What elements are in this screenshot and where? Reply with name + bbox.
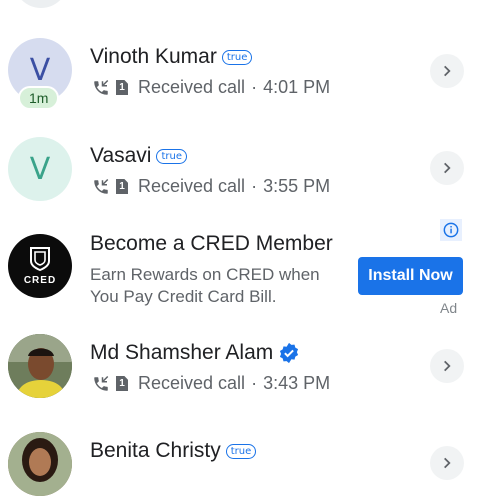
call-time: 3:55 PM [263,176,331,196]
cred-logo-text: CRED [23,275,57,286]
separator: · [251,176,258,196]
partial-avatar-top [14,0,68,8]
contact-name-text: Vasavi [90,144,152,167]
avatar-photo [8,432,72,496]
true-badge: true [221,49,253,65]
avatar-initial: V [29,151,51,187]
call-detail: 1 Received call · 3:55 PM [92,176,330,197]
ad-info-icon[interactable] [440,219,462,241]
incoming-call-icon [94,79,109,95]
true-badge: true [225,443,257,459]
sim-icon: 1 [116,80,128,95]
separator: · [251,373,258,393]
chevron-right-icon [444,162,451,174]
incoming-call-icon [94,178,109,194]
call-detail: 1 Received call · 3:43 PM [92,373,330,394]
info-icon [443,222,459,238]
call-row-shamsher[interactable]: Md Shamsher Alam 1 Received call · 3:43 … [0,334,496,414]
ad-row[interactable]: CRED Become a CRED Member Earn Rewards o… [0,219,496,322]
chevron-right-icon [444,457,451,469]
call-details-button[interactable] [430,151,464,185]
call-row-benita[interactable]: Benita Christy true [0,432,496,496]
separator: · [251,77,258,97]
call-type: Received call [138,176,246,196]
call-type: Received call [138,373,246,393]
ad-title: Become a CRED Member [90,232,333,255]
call-type: Received call [138,77,246,97]
call-row-vasavi[interactable]: V Vasavi true 1 Received call · 3:55 PM [0,137,496,217]
person-photo [8,334,72,398]
contact-name: Md Shamsher Alam [90,341,300,365]
call-detail: 1 Received call · 4:01 PM [92,77,330,98]
call-details-button[interactable] [430,349,464,383]
install-now-button[interactable]: Install Now [358,257,463,295]
chevron-right-icon [444,360,451,372]
contact-name-text: Vinoth Kumar [90,45,217,68]
true-badge: true [156,148,188,164]
call-time: 3:43 PM [263,373,331,393]
person-photo [8,432,72,496]
call-row-vinoth[interactable]: V 1m Vinoth Kumar true 1 Received call ·… [0,38,496,118]
sim-icon: 1 [116,179,128,194]
avatar-photo [8,334,72,398]
ad-body-line2: You Pay Credit Card Bill. [90,287,277,306]
ad-body: Earn Rewards on CRED when You Pay Credit… [90,264,320,308]
call-duration-badge: 1m [18,86,60,110]
sim-icon: 1 [116,376,128,391]
cred-logo: CRED [8,234,72,298]
avatar: V [8,137,72,201]
call-time: 4:01 PM [263,77,331,97]
contact-name: Vasavi true [90,144,188,168]
incoming-call-icon [94,375,109,391]
chevron-right-icon [444,65,451,77]
contact-name-text: Md Shamsher Alam [90,341,274,364]
ad-body-line1: Earn Rewards on CRED when [90,265,320,284]
avatar-initial: V [29,52,51,88]
ad-label: Ad [440,300,458,316]
verified-icon [280,342,299,364]
cred-shield-icon [30,247,50,272]
contact-name-text: Benita Christy [90,439,221,462]
contact-name: Vinoth Kumar true [90,45,253,69]
call-details-button[interactable] [430,54,464,88]
contact-name: Benita Christy true [90,439,257,463]
call-details-button[interactable] [430,446,464,480]
